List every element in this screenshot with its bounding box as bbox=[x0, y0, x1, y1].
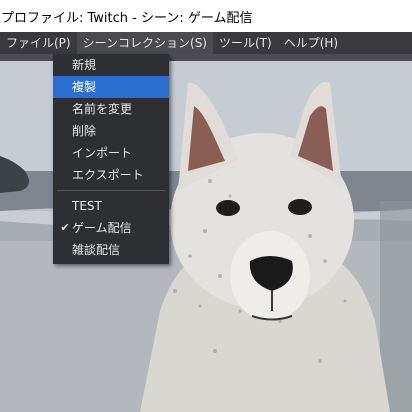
menu-tools[interactable]: ツール(T) bbox=[213, 32, 278, 54]
menu-help[interactable]: ヘルプ(H) bbox=[278, 32, 344, 54]
menu-item-collection-chat[interactable]: 雑談配信 bbox=[53, 239, 169, 261]
menu-separator bbox=[57, 190, 165, 191]
menu-item-export[interactable]: エクスポート bbox=[53, 164, 169, 186]
menu-item-duplicate[interactable]: 複製 bbox=[53, 76, 169, 98]
menu-item-new[interactable]: 新規 bbox=[53, 54, 169, 76]
window-title: プロファイル: Twitch - シーン: ゲーム配信 bbox=[1, 10, 253, 26]
menu-item-collection-test[interactable]: TEST bbox=[53, 195, 169, 217]
menu-file[interactable]: ファイル(P) bbox=[0, 32, 77, 54]
menu-item-import[interactable]: インポート bbox=[53, 142, 169, 164]
menu-item-rename[interactable]: 名前を変更 bbox=[53, 98, 169, 120]
menu-scene-collection[interactable]: シーンコレクション(S) bbox=[76, 32, 213, 54]
checkmark-icon: ✔ bbox=[60, 221, 70, 234]
window-title-bar: プロファイル: Twitch - シーン: ゲーム配信 bbox=[0, 0, 412, 32]
menu-item-delete[interactable]: 削除 bbox=[53, 120, 169, 142]
scene-collection-dropdown: 新規 複製 名前を変更 削除 インポート エクスポート TEST ✔ ゲーム配信… bbox=[53, 54, 169, 264]
menu-bar: ファイル(P) シーンコレクション(S) ツール(T) ヘルプ(H) bbox=[0, 32, 412, 54]
menu-item-collection-game[interactable]: ✔ ゲーム配信 bbox=[53, 217, 169, 239]
